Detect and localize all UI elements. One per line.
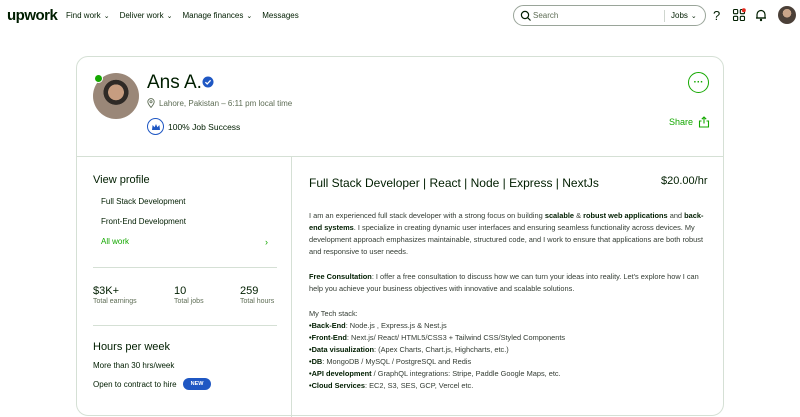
- user-avatar[interactable]: [778, 6, 796, 24]
- search-input[interactable]: Search: [533, 11, 558, 20]
- tech-stack-item: •Front-End: Next.js/ React/ HTML5/CSS3 +…: [309, 333, 566, 342]
- profile-card: Ans A. Lahore, Pakistan – 6:11 pm local …: [76, 56, 724, 417]
- sidebar-divider: [93, 267, 277, 268]
- overview-paragraph: I am an experienced full stack developer…: [309, 211, 704, 256]
- new-badge: NEW: [182, 378, 212, 390]
- hourly-rate: $20.00/hr: [661, 175, 708, 187]
- total-hours-value: 259: [240, 285, 259, 297]
- search-bar[interactable]: Search Jobs ⌄: [513, 5, 706, 26]
- nav-links: Find work ⌄ Deliver work ⌄ Manage finances…: [66, 11, 309, 20]
- tech-stack-item: •DB: MongoDB / MySQL / PostgreSQL and Re…: [309, 357, 472, 366]
- contract-to-hire: Open to contract to hire NEW: [93, 378, 212, 390]
- tech-stack-item: •Data visualization: (Apex Charts, Chart…: [309, 345, 509, 354]
- help-icon[interactable]: ?: [710, 8, 724, 22]
- total-earnings-value: $3K+: [93, 285, 119, 297]
- notification-bell-icon[interactable]: [754, 8, 768, 22]
- chevron-down-icon: ⌄: [166, 12, 173, 20]
- total-earnings-label: Total earnings: [93, 298, 137, 305]
- chevron-down-icon: ⌄: [690, 12, 697, 20]
- specialized-profile-front-end[interactable]: Front-End Development: [101, 217, 186, 226]
- chevron-right-icon: ›: [265, 237, 268, 247]
- hours-per-week-heading: Hours per week: [93, 341, 171, 353]
- total-jobs-value: 10: [174, 285, 187, 297]
- share-icon: [698, 116, 710, 128]
- specialized-profile-full-stack[interactable]: Full Stack Development: [101, 197, 185, 206]
- consultation-paragraph: Free Consultation: I offer a free consul…: [309, 272, 699, 293]
- nav-deliver-work[interactable]: Deliver work ⌄: [120, 11, 173, 20]
- location-text: Lahore, Pakistan – 6:11 pm local time: [159, 98, 293, 108]
- view-profile-heading: View profile: [93, 174, 150, 186]
- nav-manage-finances[interactable]: Manage finances ⌄: [182, 11, 252, 20]
- online-status-dot: [94, 74, 103, 83]
- tech-stack-item: •API development / GraphQL integrations:…: [309, 369, 561, 378]
- share-button[interactable]: Share: [669, 116, 710, 128]
- svg-text:?: ?: [713, 8, 720, 22]
- top-navigation: upwork Find work ⌄ Deliver work ⌄ Manage f…: [0, 0, 800, 32]
- chevron-down-icon: ⌄: [246, 12, 253, 20]
- tech-stack-item: •Cloud Services: EC2, S3, SES, GCP, Verc…: [309, 381, 474, 390]
- total-jobs-label: Total jobs: [174, 298, 204, 305]
- job-success-badge-icon: [147, 118, 164, 135]
- upwork-logo[interactable]: upwork: [7, 7, 58, 24]
- more-options-button[interactable]: ···: [688, 72, 709, 93]
- verified-badge-icon: [202, 76, 214, 88]
- column-divider: [291, 157, 292, 417]
- nav-find-work[interactable]: Find work ⌄: [66, 11, 110, 20]
- search-scope-dropdown[interactable]: Jobs ⌄: [671, 11, 697, 20]
- tech-stack-item: •Back-End: Node.js , Express.js & Nest.j…: [309, 321, 447, 330]
- location-pin-icon: [147, 98, 155, 108]
- job-success-score: 100% Job Success: [147, 118, 240, 135]
- nav-messages[interactable]: Messages: [262, 11, 298, 20]
- hours-per-week-value: More than 30 hrs/week: [93, 361, 175, 370]
- profile-title: Full Stack Developer | React | Node | Ex…: [309, 176, 599, 190]
- header-divider: [77, 156, 723, 157]
- specialized-profile-all-work[interactable]: All work: [101, 237, 129, 246]
- location: Lahore, Pakistan – 6:11 pm local time: [147, 98, 292, 108]
- sidebar-divider: [93, 325, 277, 326]
- tech-stack-heading: My Tech stack:: [309, 309, 358, 318]
- apps-grid-icon[interactable]: [732, 8, 746, 22]
- search-divider: [664, 10, 665, 22]
- chevron-down-icon: ⌄: [103, 12, 110, 20]
- freelancer-name: Ans A.: [147, 72, 202, 93]
- search-icon: [520, 10, 531, 21]
- total-hours-label: Total hours: [240, 298, 275, 305]
